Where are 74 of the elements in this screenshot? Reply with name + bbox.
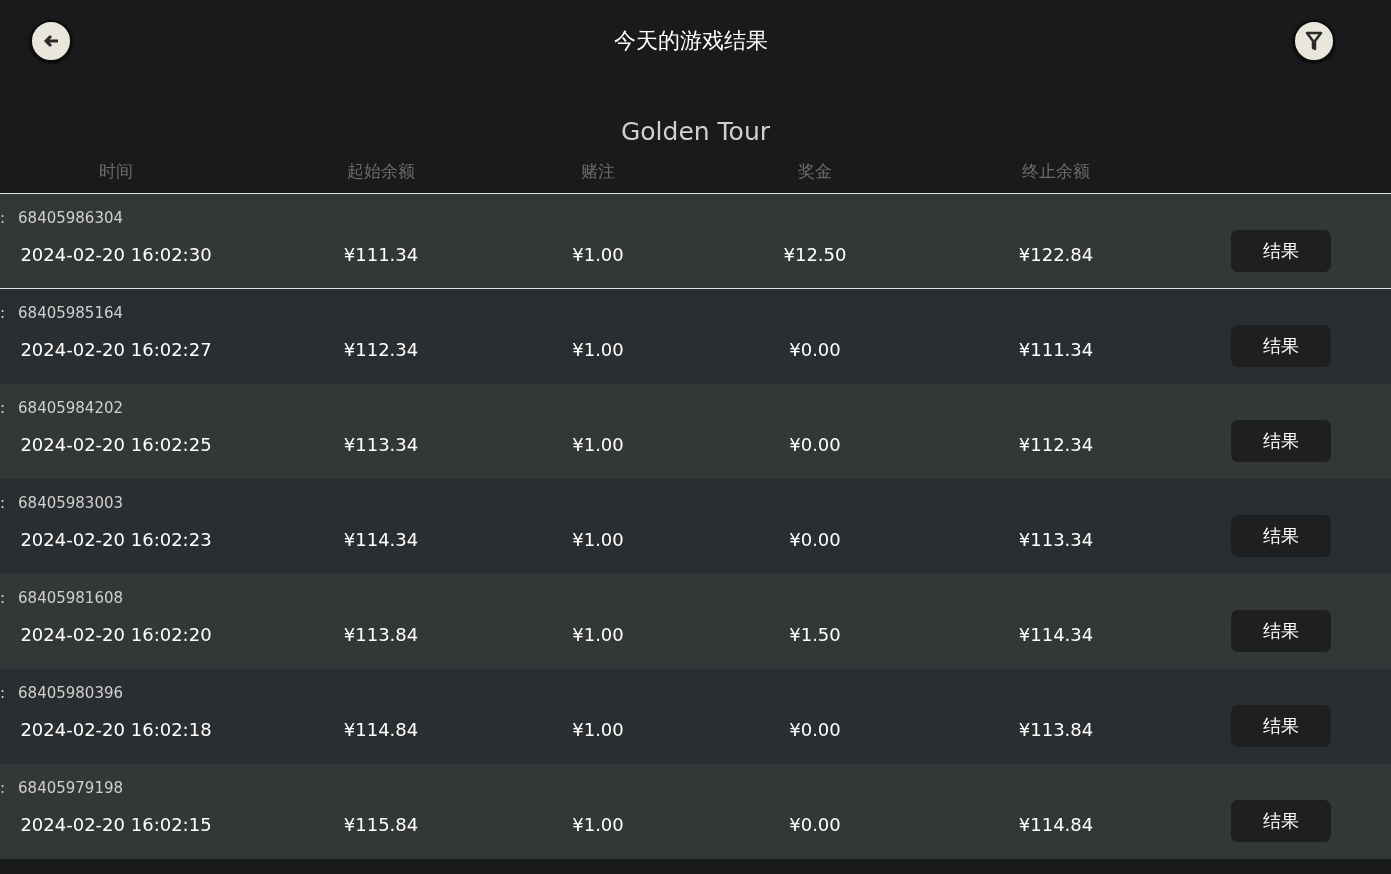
win-cell: ¥0.00 bbox=[789, 814, 841, 835]
round-id: 68405980396 bbox=[18, 684, 124, 702]
start-balance-cell: ¥114.34 bbox=[343, 529, 419, 550]
start-balance-cell: ¥114.84 bbox=[343, 719, 419, 740]
win-cell: ¥0.00 bbox=[789, 339, 841, 360]
id-label: : bbox=[0, 304, 6, 322]
end-balance-cell: ¥112.34 bbox=[1018, 434, 1094, 455]
end-balance-cell: ¥122.84 bbox=[1018, 244, 1094, 265]
time-cell: 2024-02-20 16:02:15 bbox=[20, 814, 212, 835]
round-id: 68405983003 bbox=[18, 494, 124, 512]
time-cell: 2024-02-20 16:02:23 bbox=[20, 529, 212, 550]
time-cell: 2024-02-20 16:02:18 bbox=[20, 719, 212, 740]
page-title: 今天的游戏结果 bbox=[613, 26, 768, 55]
result-row[interactable]: : 68405980396 2024-02-20 16:02:18 ¥114.84 ¥1.00 ¥0.00 ¥113.84 结果 bbox=[0, 669, 1391, 764]
bet-cell: ¥1.00 bbox=[572, 339, 624, 360]
result-button[interactable]: 结果 bbox=[1230, 230, 1331, 272]
end-balance-cell: ¥111.34 bbox=[1018, 339, 1094, 360]
game-name: Golden Tour bbox=[619, 117, 772, 147]
start-balance-cell: ¥112.34 bbox=[343, 339, 419, 360]
end-balance-cell: ¥114.34 bbox=[1018, 624, 1094, 645]
result-button[interactable]: 结果 bbox=[1230, 800, 1331, 842]
result-row[interactable]: : 68405983003 2024-02-20 16:02:23 ¥114.34 ¥1.00 ¥0.00 ¥113.34 结果 bbox=[0, 479, 1391, 574]
result-row[interactable]: : 68405986304 2024-02-20 16:02:30 ¥111.34 ¥1.00 ¥12.50 ¥122.84 结果 bbox=[0, 194, 1391, 289]
bet-cell: ¥1.00 bbox=[572, 244, 624, 265]
filter-icon bbox=[1305, 30, 1323, 51]
round-id: 68405984202 bbox=[18, 399, 124, 417]
time-cell: 2024-02-20 16:02:25 bbox=[20, 434, 212, 455]
id-label: : bbox=[0, 494, 6, 512]
bet-cell: ¥1.00 bbox=[572, 434, 624, 455]
id-label: : bbox=[0, 589, 6, 607]
end-balance-cell: ¥113.34 bbox=[1018, 529, 1094, 550]
result-button[interactable]: 结果 bbox=[1230, 610, 1331, 652]
column-header: 奖金 bbox=[798, 159, 832, 183]
time-cell: 2024-02-20 16:02:20 bbox=[20, 624, 212, 645]
result-button[interactable]: 结果 bbox=[1230, 705, 1331, 747]
id-label: : bbox=[0, 779, 6, 797]
start-balance-cell: ¥113.84 bbox=[343, 624, 419, 645]
bet-cell: ¥1.00 bbox=[572, 719, 624, 740]
result-button[interactable]: 结果 bbox=[1230, 325, 1331, 367]
result-row[interactable]: : 68405985164 2024-02-20 16:02:27 ¥112.34 ¥1.00 ¥0.00 ¥111.34 结果 bbox=[0, 289, 1391, 384]
round-id: 68405986304 bbox=[18, 209, 124, 227]
bet-cell: ¥1.00 bbox=[572, 624, 624, 645]
column-header: 终止余额 bbox=[1022, 159, 1090, 183]
round-id: 68405981608 bbox=[18, 589, 124, 607]
start-balance-cell: ¥113.34 bbox=[343, 434, 419, 455]
end-balance-cell: ¥113.84 bbox=[1018, 719, 1094, 740]
back-arrow-icon bbox=[43, 33, 59, 48]
id-label: : bbox=[0, 399, 6, 417]
column-header: 时间 bbox=[99, 159, 133, 183]
column-header: 起始余额 bbox=[347, 159, 415, 183]
bet-cell: ¥1.00 bbox=[572, 814, 624, 835]
start-balance-cell: ¥115.84 bbox=[343, 814, 419, 835]
filter-button[interactable] bbox=[1293, 19, 1335, 62]
back-button[interactable] bbox=[30, 19, 72, 62]
column-header: 赌注 bbox=[581, 159, 615, 183]
result-button[interactable]: 结果 bbox=[1230, 420, 1331, 462]
result-row[interactable]: : 68405979198 2024-02-20 16:02:15 ¥115.84 ¥1.00 ¥0.00 ¥114.84 结果 bbox=[0, 764, 1391, 859]
time-cell: 2024-02-20 16:02:27 bbox=[20, 339, 212, 360]
start-balance-cell: ¥111.34 bbox=[343, 244, 419, 265]
win-cell: ¥1.50 bbox=[789, 624, 841, 645]
end-balance-cell: ¥114.84 bbox=[1018, 814, 1094, 835]
id-label: : bbox=[0, 209, 6, 227]
id-label: : bbox=[0, 684, 6, 702]
win-cell: ¥0.00 bbox=[789, 434, 841, 455]
time-cell: 2024-02-20 16:02:30 bbox=[20, 244, 212, 265]
result-row[interactable]: : 68405984202 2024-02-20 16:02:25 ¥113.34 ¥1.00 ¥0.00 ¥112.34 结果 bbox=[0, 384, 1391, 479]
result-button[interactable]: 结果 bbox=[1230, 515, 1331, 557]
bet-cell: ¥1.00 bbox=[572, 529, 624, 550]
round-id: 68405979198 bbox=[18, 779, 124, 797]
round-id: 68405985164 bbox=[18, 304, 124, 322]
win-cell: ¥0.00 bbox=[789, 529, 841, 550]
result-row[interactable]: : 68405981608 2024-02-20 16:02:20 ¥113.84 ¥1.00 ¥1.50 ¥114.34 结果 bbox=[0, 574, 1391, 669]
win-cell: ¥0.00 bbox=[789, 719, 841, 740]
win-cell: ¥12.50 bbox=[783, 244, 847, 265]
